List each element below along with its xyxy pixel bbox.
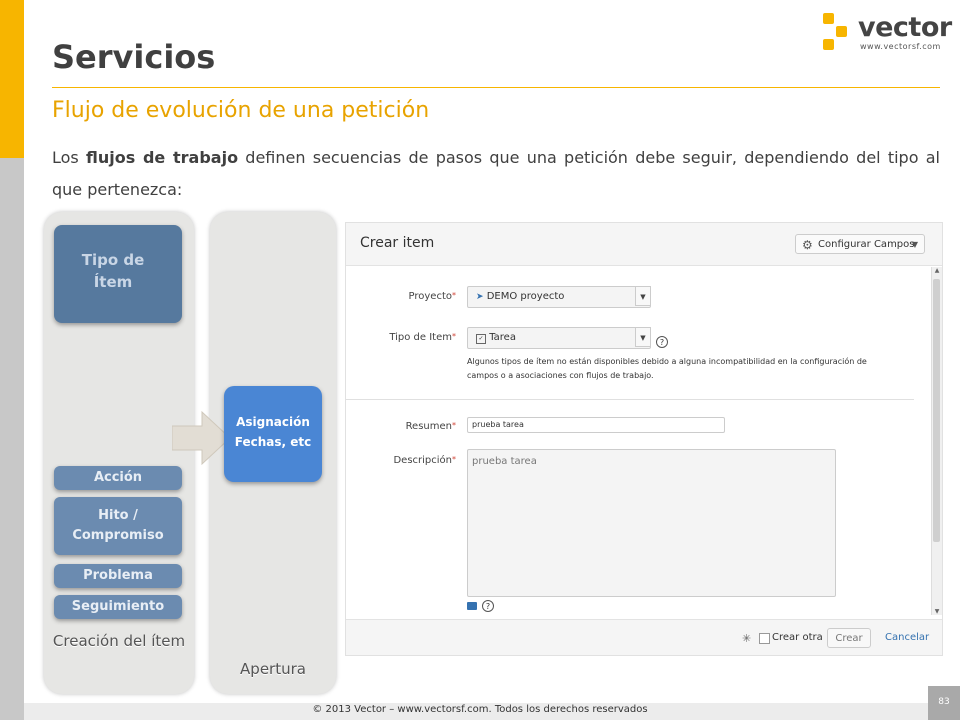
dialog-header: Crear item ⚙ Configurar Campos ▼	[346, 223, 942, 266]
proyecto-label-wrap: Proyecto*	[346, 291, 456, 305]
proyecto-value: DEMO proyecto	[486, 291, 565, 302]
help-icon[interactable]: ?	[656, 336, 668, 348]
logo-square	[836, 26, 847, 37]
side-accent-bar	[0, 0, 24, 158]
cancelar-link[interactable]: Cancelar	[885, 632, 929, 643]
scroll-up-icon[interactable]: ▲	[932, 267, 942, 274]
resumen-label-wrap: Resumen*	[346, 421, 456, 435]
chevron-down-icon[interactable]: ▼	[635, 327, 651, 347]
descripcion-label-wrap: Descripción*	[346, 455, 456, 469]
tipo-item-box: Tipo de Ítem	[54, 225, 182, 323]
gear-icon: ⚙	[802, 238, 813, 252]
flow-arrow-icon	[172, 410, 231, 466]
proyecto-select[interactable]: ➤ DEMO proyecto ▼	[467, 286, 651, 308]
descripcion-textarea[interactable]: prueba tarea	[467, 449, 836, 597]
crear-otra-label: Crear otra	[772, 632, 823, 643]
dialog-footer: ✳ Crear otra Crear Cancelar	[346, 619, 942, 655]
resumen-input[interactable]: prueba tarea	[467, 417, 725, 433]
configurar-campos-button[interactable]: ⚙ Configurar Campos ▼	[795, 234, 925, 254]
project-icon: ➤	[476, 292, 484, 302]
form-divider	[346, 399, 914, 400]
crear-item-dialog: Crear item ⚙ Configurar Campos ▼ Proyect…	[345, 222, 943, 656]
task-icon: ✓	[476, 334, 486, 344]
logo-word: vector	[858, 12, 952, 43]
asignacion-box: Asignación Fechas, etc	[224, 386, 322, 482]
crear-otra-checkbox[interactable]	[759, 633, 770, 644]
required-mark: *	[452, 421, 456, 430]
scroll-thumb[interactable]	[933, 279, 940, 542]
proyecto-label: Proyecto*	[409, 291, 456, 302]
tipo-item-label: Tipo de Ítem	[81, 251, 145, 291]
chevron-down-icon[interactable]: ▼	[635, 286, 651, 306]
descripcion-label: Descripción*	[393, 455, 456, 466]
loading-spinner-icon: ✳	[742, 632, 752, 645]
tipo-item-select[interactable]: ✓ Tarea ▼	[467, 327, 651, 349]
seguimiento-box: Seguimiento	[54, 595, 182, 619]
title-divider	[52, 87, 940, 88]
intro-text-bold: flujos de trabajo	[86, 148, 239, 167]
resumen-label: Resumen*	[406, 421, 456, 432]
descripcion-label-text: Descripción	[393, 455, 452, 466]
configurar-campos-label: Configurar Campos	[818, 239, 915, 250]
logo-square	[823, 39, 834, 50]
scroll-down-icon[interactable]: ▼	[932, 608, 942, 615]
side-grey-bar	[0, 158, 24, 720]
lane-apertura-label: Apertura	[240, 660, 306, 678]
chevron-down-icon: ▼	[911, 240, 918, 249]
dialog-title: Crear item	[360, 235, 435, 251]
resumen-label-text: Resumen	[405, 421, 452, 432]
tipo-item-hint: Algunos tipos de ítem no están disponibl…	[467, 357, 867, 380]
intro-paragraph: Los flujos de trabajo definen secuencias…	[52, 142, 940, 206]
crear-button[interactable]: Crear	[827, 628, 871, 648]
proyecto-label-text: Proyecto	[408, 291, 452, 302]
problema-box: Problema	[54, 564, 182, 588]
page-subtitle: Flujo de evolución de una petición	[52, 98, 430, 123]
tipo-label-wrap: Tipo de Item*	[346, 332, 456, 346]
required-mark: *	[452, 291, 456, 300]
tipo-label: Tipo de Item*	[389, 332, 456, 343]
logo-square	[823, 13, 834, 24]
help-icon[interactable]: ?	[482, 600, 494, 612]
tipo-label-text: Tipo de Item	[389, 332, 452, 343]
hito-box: Hito / Compromiso	[54, 497, 182, 555]
hito-label: Hito / Compromiso	[72, 508, 164, 543]
scrollbar[interactable]: ▲ ▼	[931, 267, 942, 615]
required-mark: *	[452, 455, 456, 464]
asignacion-label: Asignación Fechas, etc	[234, 415, 312, 449]
page-number: 83	[938, 697, 950, 707]
intro-text-before: Los	[52, 148, 86, 167]
required-mark: *	[452, 332, 456, 341]
lane-creacion-label: Creación del ítem	[52, 632, 186, 650]
logo-url: www.vectorsf.com	[860, 42, 941, 51]
accion-box: Acción	[54, 466, 182, 490]
copyright-text: © 2013 Vector – www.vectorsf.com. Todos …	[312, 704, 648, 715]
tipo-value: Tarea	[489, 332, 516, 343]
page-title: Servicios	[52, 38, 216, 76]
attachment-icon[interactable]	[467, 602, 477, 610]
